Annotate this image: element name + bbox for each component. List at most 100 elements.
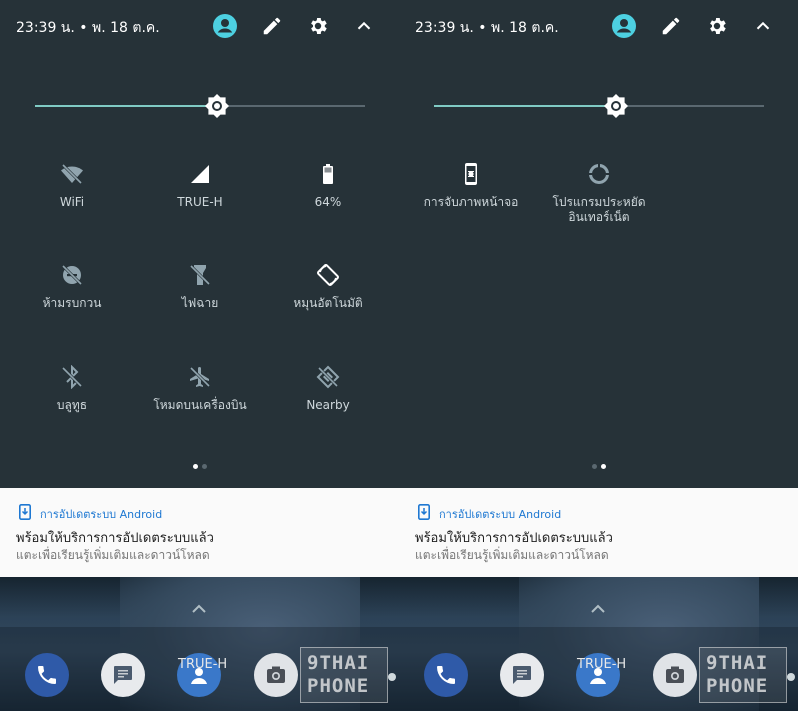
tile-auto-rotate[interactable]: หมุนอัตโนมัติ xyxy=(263,263,393,311)
edit-pencil-icon xyxy=(261,15,283,37)
dock-label: TRUE-H xyxy=(577,657,627,672)
system-update-notification[interactable]: การอัปเดตระบบ Android พร้อมให้บริการการอั… xyxy=(0,488,399,577)
watermark-logo: 9THAI PHONE xyxy=(699,647,787,703)
tile-cellular-signal[interactable]: TRUE-H xyxy=(135,162,265,210)
watermark-text-line: PHONE xyxy=(307,675,370,697)
bluetooth-off-icon xyxy=(60,364,84,390)
settings-gear-button[interactable] xyxy=(306,14,330,38)
camera-app-icon xyxy=(264,663,288,687)
tile-screenshot-phone[interactable]: การจับภาพหน้าจอ xyxy=(406,162,536,210)
camera-app[interactable] xyxy=(254,653,298,697)
brightness-thumb-icon[interactable] xyxy=(603,93,629,119)
system-update-notification[interactable]: การอัปเดตระบบ Android พร้อมให้บริการการอั… xyxy=(399,488,798,577)
messages-app-icon xyxy=(111,663,135,687)
account-icon xyxy=(612,14,636,38)
brightness-slider[interactable] xyxy=(434,94,764,118)
page-indicator xyxy=(399,454,798,469)
messages-app[interactable] xyxy=(500,653,544,697)
tile-label-line: หมุนอัตโนมัติ xyxy=(293,296,363,310)
app-drawer-chevron-icon[interactable] xyxy=(589,601,607,620)
tile-label-line: WiFi xyxy=(59,195,85,209)
account-button[interactable] xyxy=(612,14,636,38)
notification-title: พร้อมให้บริการการอัปเดตระบบแล้ว xyxy=(415,531,613,546)
chevron-up-icon xyxy=(752,15,774,37)
account-button[interactable] xyxy=(213,14,237,38)
tile-label: โหมดบนเครื่องบิน xyxy=(135,398,265,413)
tile-label-line: TRUE-H xyxy=(177,195,223,209)
tile-flashlight-off[interactable]: ไฟฉาย xyxy=(135,263,265,311)
app-drawer-chevron-icon[interactable] xyxy=(190,601,208,620)
tile-label: Nearby xyxy=(263,398,393,413)
tile-label-line: 64% xyxy=(314,195,342,209)
brightness-slider-fill xyxy=(434,105,616,107)
settings-gear-button[interactable] xyxy=(705,14,729,38)
tile-label-line: อินเทอร์เน็ต xyxy=(568,210,630,224)
tile-label-line: บลูทูธ xyxy=(56,398,88,412)
tile-label-line: โปรแกรมประหยัด xyxy=(552,195,646,209)
page-dot[interactable] xyxy=(201,464,207,469)
tile-nearby-off[interactable]: Nearby xyxy=(263,365,393,413)
dock-page-dot xyxy=(787,673,795,681)
tile-label: บลูทูธ xyxy=(7,398,137,413)
tile-wifi-off[interactable]: WiFi xyxy=(7,162,137,210)
camera-app-icon xyxy=(663,663,687,687)
notification-text: แตะเพื่อเรียนรู้เพิ่มเติมและดาวน์โหลด xyxy=(415,548,609,562)
tile-label: การจับภาพหน้าจอ xyxy=(406,195,536,210)
tile-label: ห้ามรบกวน xyxy=(7,296,137,311)
nearby-off-icon xyxy=(316,365,340,389)
tile-label-line: ห้ามรบกวน xyxy=(42,296,102,310)
tile-data-saver[interactable]: โปรแกรมประหยัด อินเทอร์เน็ต xyxy=(534,162,664,225)
tile-label: TRUE-H xyxy=(135,195,265,210)
dock-page-dot xyxy=(388,673,396,681)
screenshot-phone-icon xyxy=(459,162,483,186)
tile-label: โปรแกรมประหยัด อินเทอร์เน็ต xyxy=(534,195,664,225)
status-header: 23:39 น. • พ. 18 ต.ค. xyxy=(399,0,798,52)
tile-do-not-disturb-off[interactable]: ห้ามรบกวน xyxy=(7,263,137,311)
page-dot[interactable] xyxy=(600,464,606,469)
wifi-off-icon xyxy=(60,162,84,186)
tile-bluetooth-off[interactable]: บลูทูธ xyxy=(7,364,137,413)
phone-app[interactable] xyxy=(424,653,468,697)
camera-app[interactable] xyxy=(653,653,697,697)
flashlight-off-icon xyxy=(188,263,212,287)
auto-rotate-icon xyxy=(316,263,340,287)
page-dot[interactable] xyxy=(192,464,198,469)
edit-pencil-button[interactable] xyxy=(260,14,284,38)
quick-settings-panel-page-2: 23:39 น. • พ. 18 ต.ค. การจับภาพหน้าจอ โปรแ… xyxy=(399,0,798,711)
tile-label-line: ไฟฉาย xyxy=(181,296,219,310)
dock-label: TRUE-H xyxy=(178,657,228,672)
status-header: 23:39 น. • พ. 18 ต.ค. xyxy=(0,0,399,52)
settings-gear-icon xyxy=(706,15,728,37)
notification-app-name: การอัปเดตระบบ Android xyxy=(439,508,562,521)
tile-label: WiFi xyxy=(7,195,137,210)
update-download-icon xyxy=(19,504,31,524)
messages-app[interactable] xyxy=(101,653,145,697)
phone-app[interactable] xyxy=(25,653,69,697)
edit-pencil-button[interactable] xyxy=(659,14,683,38)
page-dot[interactable] xyxy=(591,464,597,469)
do-not-disturb-off-icon xyxy=(60,263,84,287)
notification-title: พร้อมให้บริการการอัปเดตระบบแล้ว xyxy=(16,531,214,546)
chevron-up-button[interactable] xyxy=(751,14,775,38)
brightness-slider[interactable] xyxy=(35,94,365,118)
watermark-text-line: 9THAI xyxy=(307,652,370,674)
tile-label: 64% xyxy=(263,195,393,210)
quick-settings-panel-page-1: 23:39 น. • พ. 18 ต.ค. WiFi TRUE-H 64% ห้ามรบ… xyxy=(0,0,399,711)
home-screen-background: TRUE-H 9THAI PHONE xyxy=(0,577,399,711)
chevron-up-icon xyxy=(353,15,375,37)
time-date-label: 23:39 น. • พ. 18 ต.ค. xyxy=(415,20,559,36)
tile-battery[interactable]: 64% xyxy=(263,162,393,210)
notification-text: แตะเพื่อเรียนรู้เพิ่มเติมและดาวน์โหลด xyxy=(16,548,210,562)
tile-label: หมุนอัตโนมัติ xyxy=(263,296,393,311)
airplane-off-icon xyxy=(188,365,212,389)
edit-pencil-icon xyxy=(660,15,682,37)
watermark-text-line: PHONE xyxy=(706,675,769,697)
tile-label-line: โหมดบนเครื่องบิน xyxy=(153,398,247,412)
chevron-up-button[interactable] xyxy=(352,14,376,38)
watermark-text-line: 9THAI xyxy=(706,652,769,674)
brightness-thumb-icon[interactable] xyxy=(204,93,230,119)
phone-app-icon xyxy=(35,663,59,687)
tile-airplane-off[interactable]: โหมดบนเครื่องบิน xyxy=(135,365,265,413)
account-icon xyxy=(213,14,237,38)
tile-label-line: การจับภาพหน้าจอ xyxy=(423,195,519,209)
